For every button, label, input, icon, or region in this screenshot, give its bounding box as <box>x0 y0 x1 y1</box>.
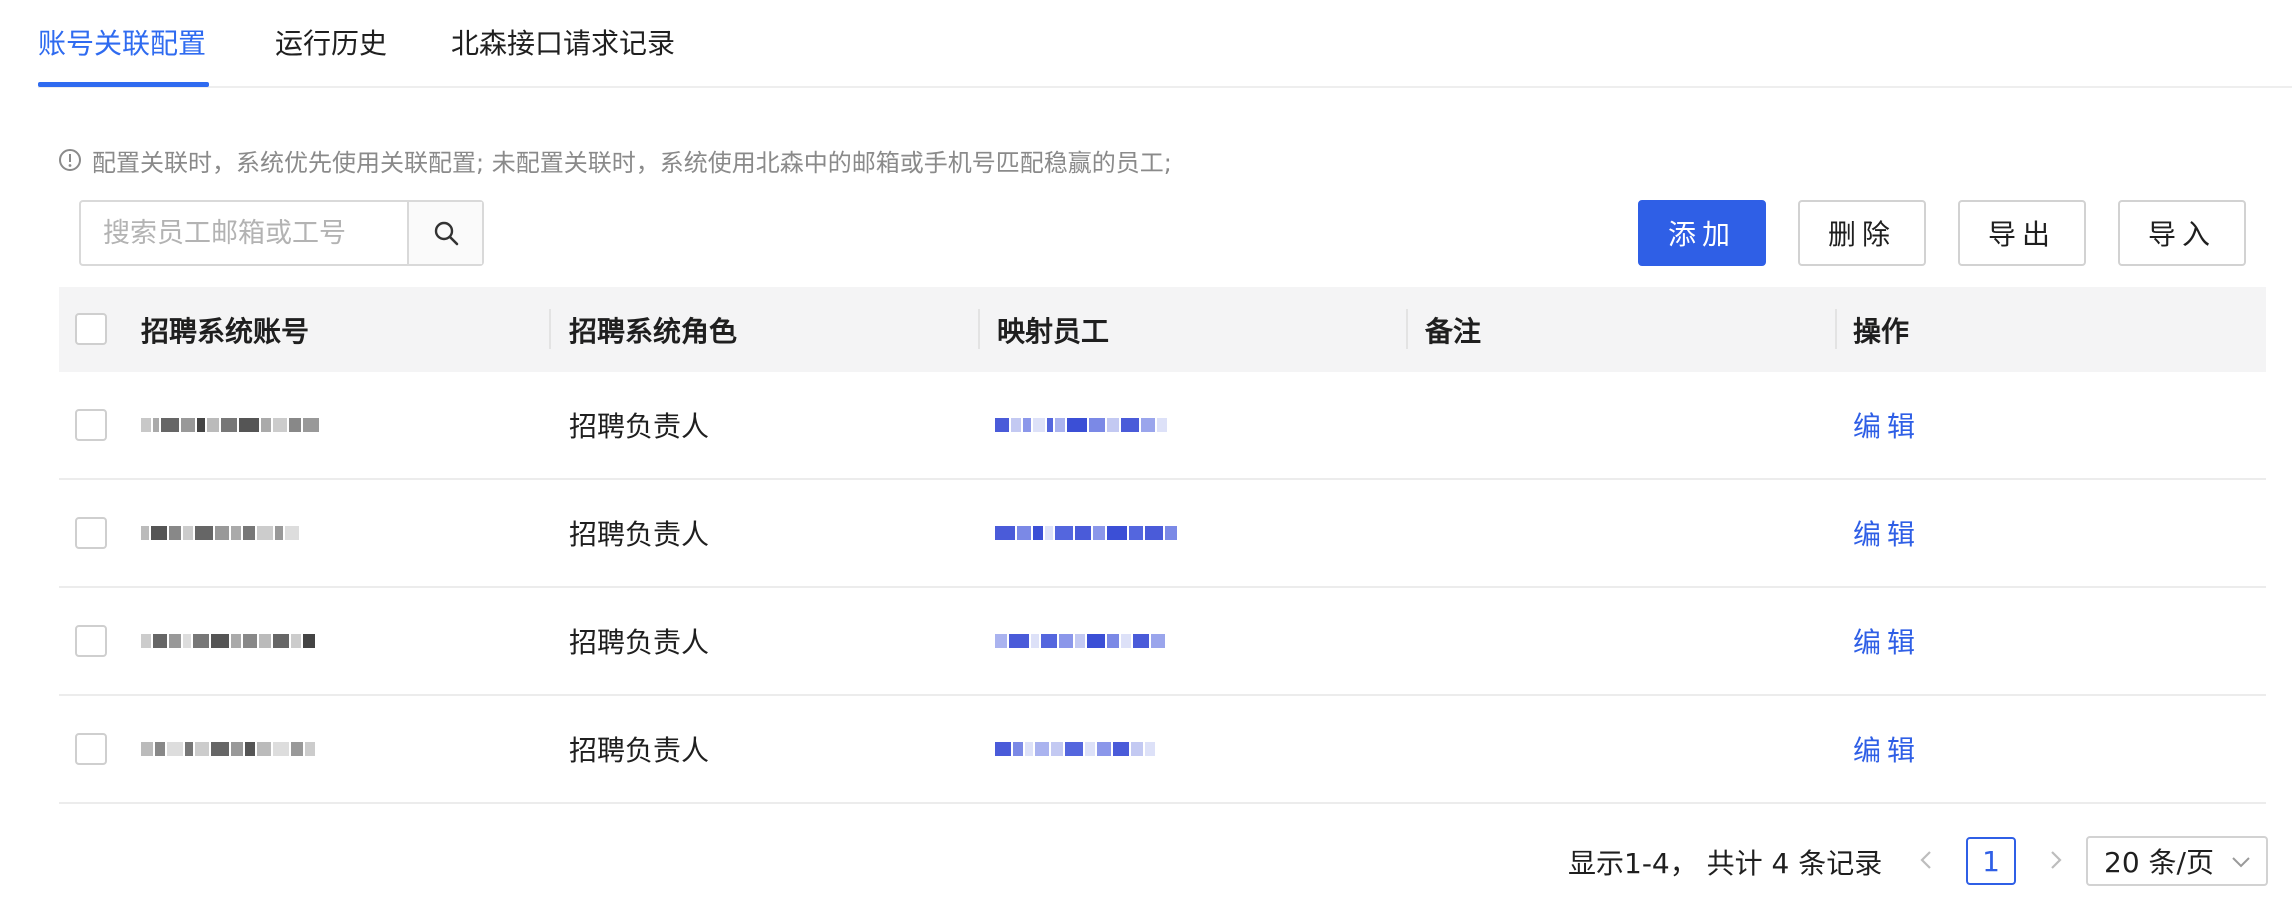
search-box <box>79 200 484 266</box>
column-header-role: 招聘系统角色 <box>569 314 738 348</box>
active-tab-indicator <box>38 82 209 87</box>
select-all-checkbox[interactable] <box>75 313 107 345</box>
edit-link[interactable]: 编辑 <box>1853 480 1921 586</box>
row-checkbox[interactable] <box>75 517 107 549</box>
column-divider <box>1835 309 1837 349</box>
delete-button[interactable]: 删除 <box>1798 200 1926 266</box>
row-checkbox[interactable] <box>75 409 107 441</box>
redacted-account <box>141 412 321 438</box>
page-size-value: 20 条/页 <box>2104 846 2214 879</box>
tab-bar: 账号关联配置 运行历史 北森接口请求记录 <box>38 0 2292 88</box>
redacted-account <box>141 520 301 546</box>
tab-beisen-api-log[interactable]: 北森接口请求记录 <box>451 22 675 62</box>
page-number-current[interactable]: 1 <box>1966 837 2016 885</box>
table-row: 招聘负责人 编辑 <box>59 480 2266 588</box>
search-input[interactable] <box>81 202 407 264</box>
role-cell: 招聘负责人 <box>569 518 710 551</box>
row-checkbox[interactable] <box>75 733 107 765</box>
page-size-select[interactable]: 20 条/页 <box>2086 836 2268 886</box>
row-checkbox[interactable] <box>75 625 107 657</box>
redacted-employee <box>995 736 1157 762</box>
tab-account-mapping[interactable]: 账号关联配置 <box>38 22 206 62</box>
redacted-employee <box>995 520 1179 546</box>
table-row: 招聘负责人 编辑 <box>59 588 2266 696</box>
table-row: 招聘负责人 编辑 <box>59 372 2266 480</box>
info-circle-icon <box>59 149 81 171</box>
table-header: 招聘系统账号 招聘系统角色 映射员工 备注 操作 <box>59 287 2266 372</box>
redacted-account <box>141 628 317 654</box>
account-mapping-table: 招聘系统账号 招聘系统角色 映射员工 备注 操作 招聘负责人 编辑 招聘负责人 … <box>59 287 2266 804</box>
column-divider <box>978 309 980 349</box>
column-header-note: 备注 <box>1425 314 1482 348</box>
column-divider <box>549 309 551 349</box>
chevron-right-icon <box>2051 851 2062 869</box>
tab-run-history[interactable]: 运行历史 <box>275 22 387 62</box>
redacted-employee <box>995 412 1169 438</box>
redacted-employee <box>995 628 1167 654</box>
edit-link[interactable]: 编辑 <box>1853 588 1921 694</box>
add-button[interactable]: 添加 <box>1638 200 1766 266</box>
chevron-down-icon <box>2232 857 2250 868</box>
search-icon <box>434 221 458 246</box>
pagination-info: 显示1-4， 共计 4 条记录 <box>1568 847 1883 880</box>
next-page-button[interactable] <box>2036 838 2076 882</box>
redacted-account <box>141 736 317 762</box>
edit-link[interactable]: 编辑 <box>1853 696 1921 802</box>
column-header-action: 操作 <box>1853 314 1910 348</box>
edit-link[interactable]: 编辑 <box>1853 372 1921 478</box>
column-divider <box>1406 309 1408 349</box>
notice-bar: 配置关联时，系统优先使用关联配置; 未配置关联时，系统使用北森中的邮箱或手机号匹… <box>58 145 1172 177</box>
export-button[interactable]: 导出 <box>1958 200 2086 266</box>
table-row: 招聘负责人 编辑 <box>59 696 2266 804</box>
role-cell: 招聘负责人 <box>569 734 710 767</box>
role-cell: 招聘负责人 <box>569 626 710 659</box>
chevron-left-icon <box>1920 851 1931 869</box>
import-button[interactable]: 导入 <box>2118 200 2246 266</box>
column-header-employee: 映射员工 <box>997 314 1110 348</box>
role-cell: 招聘负责人 <box>569 410 710 443</box>
prev-page-button[interactable] <box>1906 838 1946 882</box>
search-button[interactable] <box>407 202 482 264</box>
column-header-account: 招聘系统账号 <box>141 314 310 348</box>
notice-text: 配置关联时，系统优先使用关联配置; 未配置关联时，系统使用北森中的邮箱或手机号匹… <box>92 148 1172 177</box>
